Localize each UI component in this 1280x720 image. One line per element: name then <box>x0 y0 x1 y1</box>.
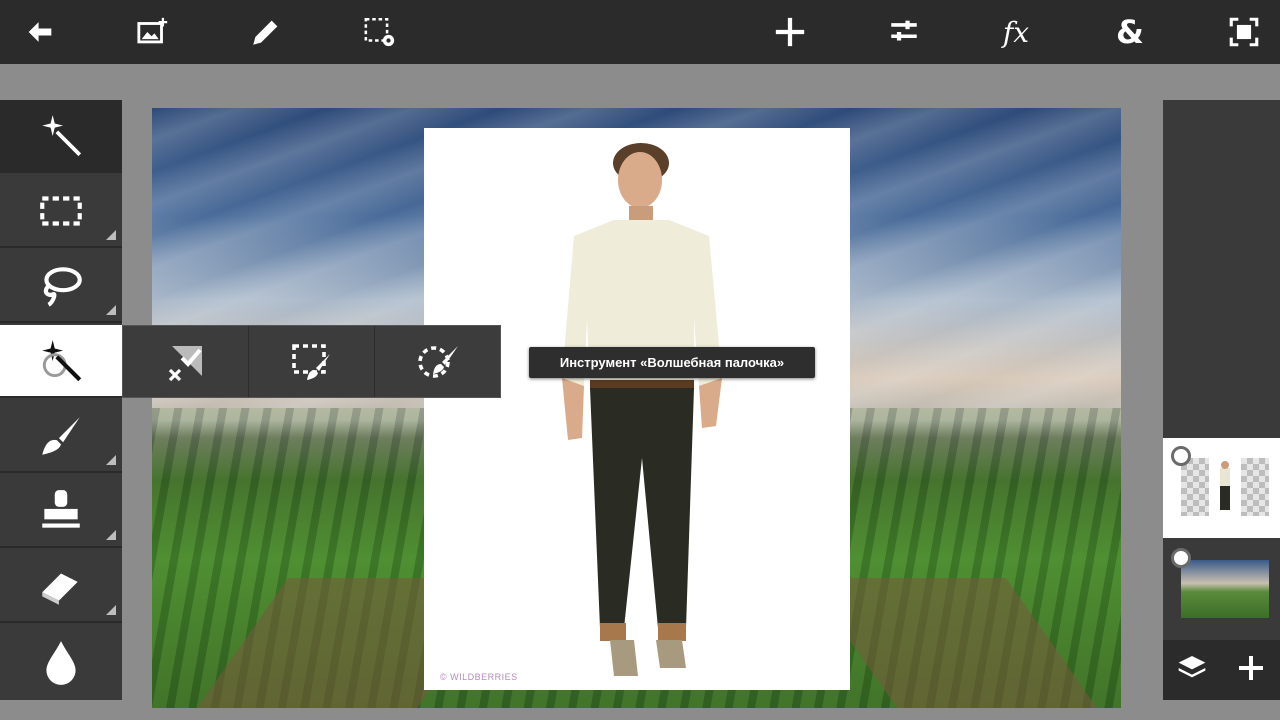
back-arrow-icon <box>28 22 52 42</box>
sliders-icon <box>891 20 917 41</box>
magic-wand-active-tool[interactable] <box>0 325 122 398</box>
photo-layer[interactable]: © WILDBERRIES <box>424 128 850 690</box>
rect-brush-icon <box>291 343 330 380</box>
marquee-tool[interactable] <box>0 175 122 248</box>
magic-wand-select-icon <box>42 339 82 381</box>
fx-label: fx <box>1002 15 1030 49</box>
layers-button[interactable] <box>1176 652 1208 689</box>
edit-button[interactable] <box>230 0 302 64</box>
effects-button[interactable]: fx <box>980 0 1052 64</box>
deselect-subtool[interactable] <box>123 326 249 397</box>
layer-background[interactable] <box>1163 540 1280 640</box>
brush-icon <box>42 416 80 455</box>
magic-wand-tool[interactable] <box>0 100 122 173</box>
add-image-button[interactable] <box>117 0 189 64</box>
watermark: © WILDBERRIES <box>440 672 518 682</box>
more-indicator <box>106 455 116 465</box>
pencil-icon <box>253 20 278 45</box>
lasso-tool[interactable] <box>0 250 122 323</box>
rect-select-icon <box>40 195 82 226</box>
plus-icon <box>1238 655 1263 680</box>
tool-panel <box>0 100 122 700</box>
adjustments-button[interactable] <box>868 0 940 64</box>
brush-tool[interactable] <box>0 400 122 473</box>
ampersand-label: & <box>1116 13 1144 51</box>
blend-button[interactable]: & <box>1094 0 1166 64</box>
eraser-icon <box>42 573 78 605</box>
more-indicator <box>106 230 116 240</box>
refine-lasso-subtool[interactable] <box>375 326 500 397</box>
transform-button[interactable] <box>754 0 826 64</box>
back-button[interactable] <box>4 0 76 64</box>
add-image-icon <box>137 17 168 44</box>
selection-gear-icon <box>364 17 395 47</box>
blur-tool[interactable] <box>0 625 122 698</box>
layers-footer <box>1163 640 1280 700</box>
more-indicator <box>106 530 116 540</box>
layer-thumbnail <box>1181 560 1269 618</box>
tool-tooltip: Инструмент «Волшебная палочка» <box>529 347 815 378</box>
layer-visibility-dot[interactable] <box>1171 446 1191 466</box>
more-indicator <box>106 605 116 615</box>
layers-panel <box>1163 100 1280 700</box>
eraser-tool[interactable] <box>0 550 122 623</box>
person-thumbnail-image <box>1209 458 1241 516</box>
move-icon <box>775 17 805 47</box>
magic-wand-icon <box>42 114 82 156</box>
add-layer-button[interactable] <box>1235 652 1267 689</box>
deselect-icon <box>168 345 202 381</box>
lasso-brush-icon <box>417 345 458 378</box>
selection-settings-button[interactable] <box>344 0 416 64</box>
layer-thumbnail <box>1181 458 1269 516</box>
more-indicator <box>106 305 116 315</box>
layer-person[interactable] <box>1163 438 1280 538</box>
clone-stamp-tool[interactable] <box>0 475 122 548</box>
lasso-icon <box>43 266 82 307</box>
drop-icon <box>46 640 76 685</box>
magic-wand-options <box>122 325 501 398</box>
top-toolbar: fx & <box>0 0 1280 64</box>
refine-rect-subtool[interactable] <box>249 326 375 397</box>
fullscreen-icon <box>1229 17 1259 47</box>
man-figure-image <box>562 143 722 676</box>
fullscreen-button[interactable] <box>1208 0 1280 64</box>
layers-icon <box>1178 655 1206 677</box>
stamp-icon <box>42 489 80 528</box>
layer-visibility-dot[interactable] <box>1171 548 1191 568</box>
